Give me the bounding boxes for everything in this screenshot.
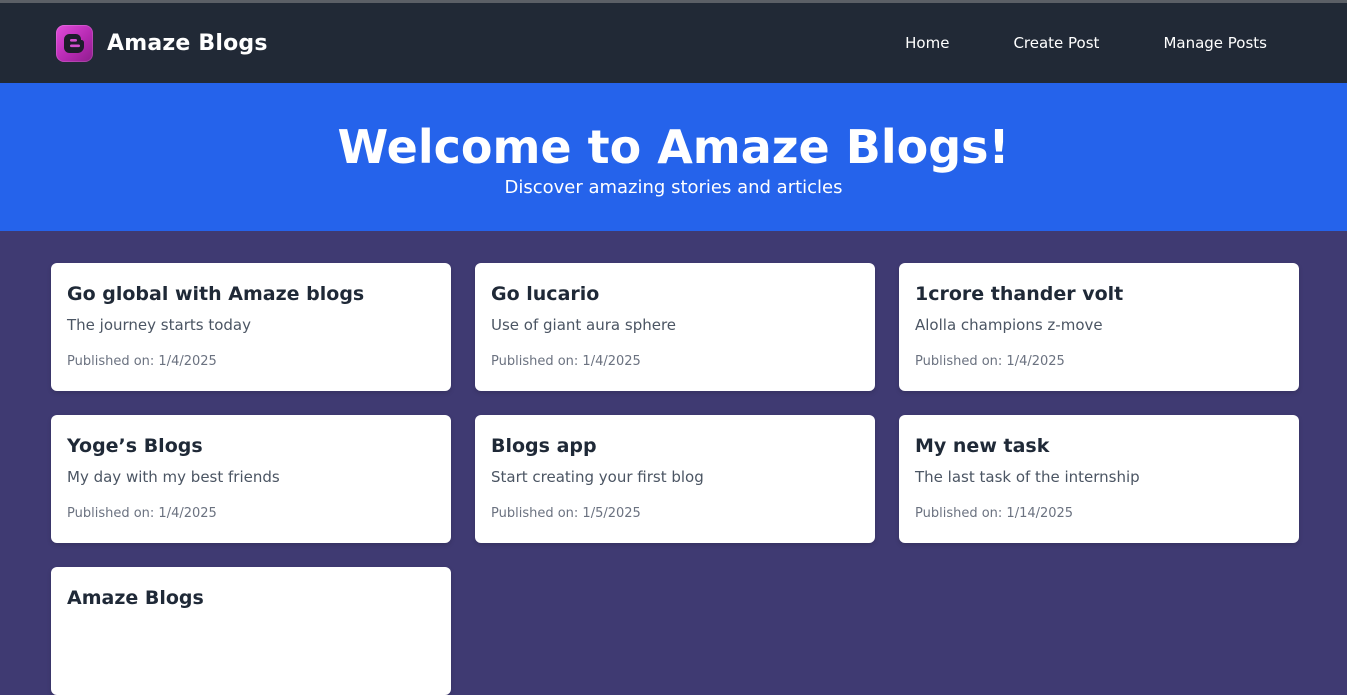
brand[interactable]: Amaze Blogs: [56, 24, 268, 62]
hero-subtitle: Discover amazing stories and articles: [504, 176, 843, 198]
nav-home-link[interactable]: Home: [873, 26, 981, 60]
post-title: 1crore thander volt: [915, 283, 1124, 305]
post-description: My day with my best friends: [67, 468, 280, 486]
post-card[interactable]: Yoge’s Blogs My day with my best friends…: [51, 415, 451, 543]
post-date: Published on: 1/4/2025: [915, 354, 1065, 369]
nav-create-post-link[interactable]: Create Post: [981, 26, 1131, 60]
posts-grid: Go global with Amaze blogs The journey s…: [0, 231, 1347, 695]
post-title: Yoge’s Blogs: [67, 435, 203, 457]
post-date: Published on: 1/4/2025: [67, 506, 217, 521]
post-card[interactable]: Go lucario Use of giant aura sphere Publ…: [475, 263, 875, 391]
post-description: Use of giant aura sphere: [491, 316, 677, 334]
post-title: Go lucario: [491, 283, 600, 305]
post-card[interactable]: My new task The last task of the interns…: [899, 415, 1299, 543]
post-title: Blogs app: [491, 435, 597, 457]
post-date: Published on: 1/4/2025: [491, 354, 641, 369]
post-title: My new task: [915, 435, 1050, 457]
post-card[interactable]: Amaze Blogs: [51, 567, 451, 695]
post-date: Published on: 1/14/2025: [915, 506, 1074, 521]
blogger-icon: [56, 24, 93, 62]
post-card[interactable]: 1crore thander volt Alolla champions z-m…: [899, 263, 1299, 391]
post-title: Amaze Blogs: [67, 587, 204, 609]
hero-title: Welcome to Amaze Blogs!: [337, 119, 1010, 174]
brand-name: Amaze Blogs: [107, 30, 268, 56]
post-title: Go global with Amaze blogs: [67, 283, 365, 305]
nav-links: Home Create Post Manage Posts: [873, 26, 1299, 60]
nav-manage-posts-link[interactable]: Manage Posts: [1131, 26, 1299, 60]
post-description: Alolla champions z-move: [915, 316, 1103, 334]
post-description: The journey starts today: [67, 316, 251, 334]
hero-banner: Welcome to Amaze Blogs! Discover amazing…: [0, 83, 1347, 231]
post-description: Start creating your first blog: [491, 468, 704, 486]
post-description: The last task of the internship: [915, 468, 1140, 486]
post-date: Published on: 1/5/2025: [491, 506, 641, 521]
navbar: Amaze Blogs Home Create Post Manage Post…: [0, 3, 1347, 83]
post-date: Published on: 1/4/2025: [67, 354, 217, 369]
post-card[interactable]: Go global with Amaze blogs The journey s…: [51, 263, 451, 391]
post-card[interactable]: Blogs app Start creating your first blog…: [475, 415, 875, 543]
